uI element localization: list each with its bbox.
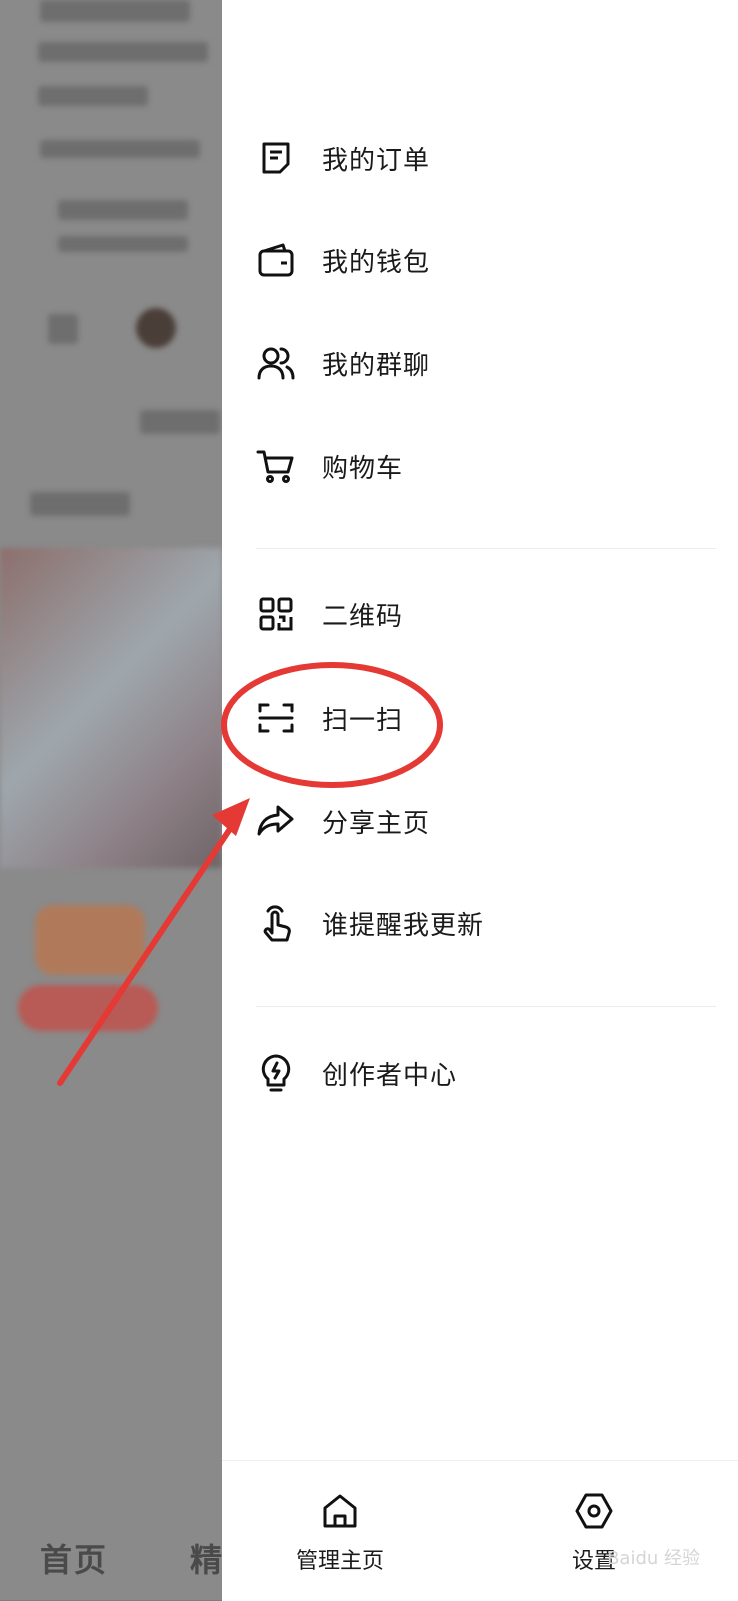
scan-icon bbox=[256, 698, 296, 738]
menu-label: 我的订单 bbox=[322, 145, 431, 176]
wallet-icon bbox=[256, 240, 296, 280]
menu-item-wallet[interactable]: 我的钱包 bbox=[256, 230, 430, 290]
order-icon bbox=[256, 138, 296, 178]
menu-item-share-home[interactable]: 分享主页 bbox=[256, 791, 430, 851]
watermark: Baidu 经验 bbox=[607, 1548, 700, 1569]
menu-item-orders[interactable]: 我的订单 bbox=[256, 128, 430, 188]
bottom-nav-home[interactable]: 首页 bbox=[40, 1535, 108, 1581]
menu-item-update-reminders[interactable]: 谁提醒我更新 bbox=[256, 893, 484, 953]
background-page: 首页 精 bbox=[0, 0, 222, 1600]
menu-item-group-chat[interactable]: 我的群聊 bbox=[256, 333, 430, 393]
tap-hand-icon bbox=[256, 903, 296, 943]
menu-label: 谁提醒我更新 bbox=[322, 910, 485, 941]
group-chat-icon bbox=[256, 343, 296, 383]
settings-hexagon-icon bbox=[572, 1489, 616, 1533]
menu-label: 购物车 bbox=[322, 453, 404, 484]
menu-item-cart[interactable]: 购物车 bbox=[256, 436, 403, 496]
menu-divider bbox=[256, 548, 716, 549]
menu-label: 扫一扫 bbox=[322, 705, 404, 736]
menu-label: 我的钱包 bbox=[322, 247, 431, 278]
menu-label: 分享主页 bbox=[322, 808, 431, 839]
manage-home-button[interactable]: 管理主页 bbox=[296, 1489, 384, 1575]
bottom-nav-second[interactable]: 精 bbox=[190, 1535, 222, 1581]
menu-divider bbox=[256, 1006, 716, 1007]
cart-icon bbox=[256, 446, 296, 486]
menu-item-qr-code[interactable]: 二维码 bbox=[256, 584, 403, 644]
menu-label: 二维码 bbox=[322, 601, 404, 632]
menu-label: 创作者中心 bbox=[322, 1060, 458, 1091]
home-icon bbox=[318, 1489, 362, 1533]
manage-home-label: 管理主页 bbox=[296, 1549, 385, 1574]
menu-item-scan[interactable]: 扫一扫 bbox=[256, 688, 403, 748]
side-drawer: 我的订单 我的钱包 我的群聊 购物车 二维码 扫一扫 分享主页 谁提醒我更新 创… bbox=[222, 0, 738, 1601]
lightbulb-icon bbox=[256, 1053, 296, 1093]
menu-item-creator-center[interactable]: 创作者中心 bbox=[256, 1043, 457, 1103]
drawer-bottom-bar: 管理主页 设置 bbox=[222, 1460, 738, 1601]
share-icon bbox=[256, 801, 296, 841]
menu-label: 我的群聊 bbox=[322, 350, 431, 381]
qr-code-icon bbox=[256, 594, 296, 634]
